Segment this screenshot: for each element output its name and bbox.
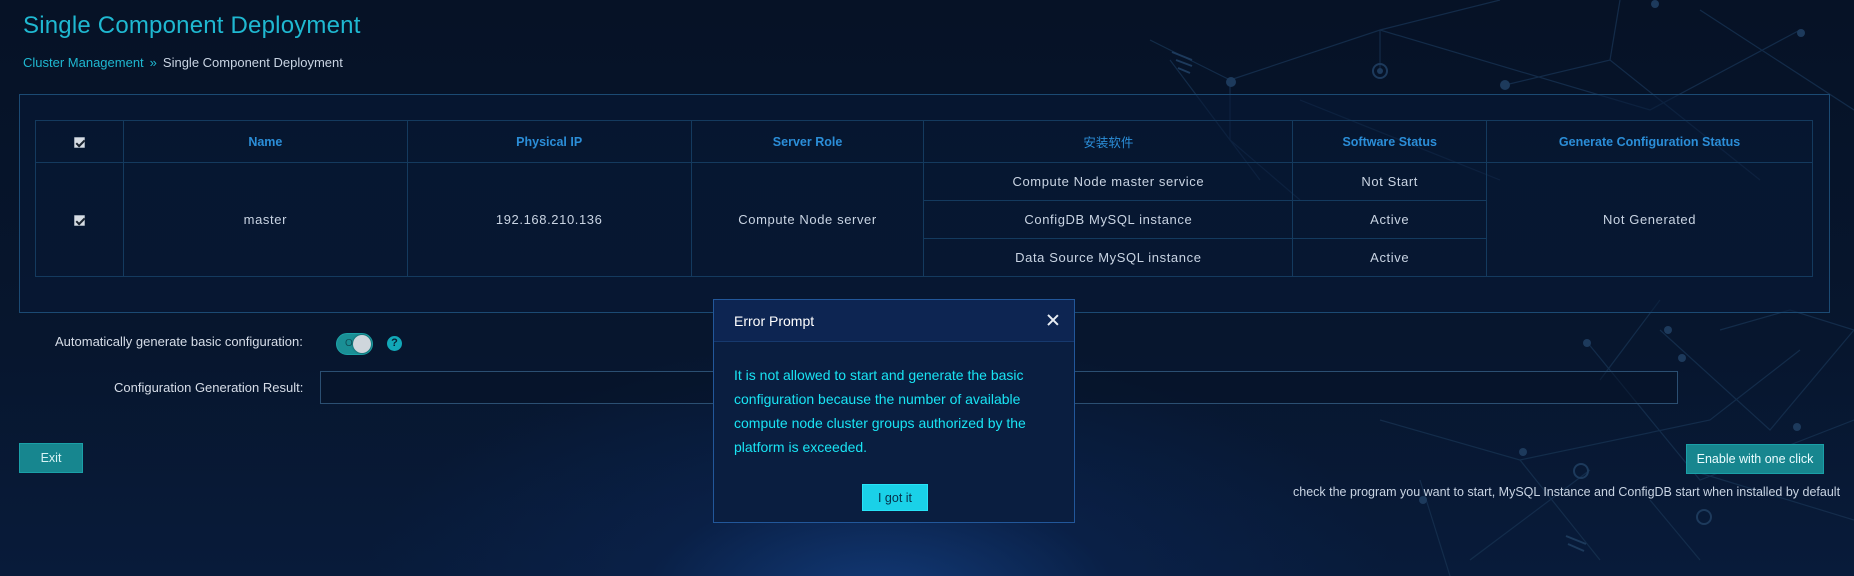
breadcrumb: Cluster Management » Single Component De… <box>23 55 343 70</box>
table-header-row: Name Physical IP Server Role 安装软件 Softwa… <box>35 120 1813 163</box>
error-prompt-dialog: Error Prompt It is not allowed to start … <box>713 299 1075 523</box>
cell-server-role: Compute Node server <box>690 162 925 277</box>
help-icon[interactable]: ? <box>387 336 402 351</box>
breadcrumb-current: Single Component Deployment <box>162 55 343 70</box>
breadcrumb-cluster-management-link[interactable]: Cluster Management <box>23 55 144 70</box>
component-table-panel: Name Physical IP Server Role 安装软件 Softwa… <box>19 94 1830 313</box>
exit-button[interactable]: Exit <box>19 443 83 473</box>
close-icon[interactable] <box>1046 313 1060 327</box>
cell-status-configdb: Active <box>1292 200 1488 239</box>
select-all-checkbox[interactable] <box>73 136 85 148</box>
header-name: Name <box>122 120 408 163</box>
table-row: master 192.168.210.136 Compute Node serv… <box>35 162 1813 277</box>
cell-status-compute-node: Not Start <box>1292 162 1488 201</box>
cell-gen-config-status: Not Generated <box>1486 162 1813 277</box>
start-hint-text: check the program you want to start, MyS… <box>1293 485 1841 499</box>
dialog-header: Error Prompt <box>714 300 1074 342</box>
cell-name: master <box>122 162 408 277</box>
enable-one-click-button[interactable]: Enable with one click <box>1686 444 1824 474</box>
row-checkbox[interactable] <box>73 215 85 227</box>
header-generate-config-status: Generate Configuration Status <box>1486 120 1813 163</box>
cell-software-configdb: ConfigDB MySQL instance <box>923 200 1294 239</box>
cell-status-data-source: Active <box>1292 238 1488 277</box>
select-all-header[interactable] <box>35 120 124 163</box>
dialog-title: Error Prompt <box>734 313 815 329</box>
header-software-status: Software Status <box>1292 120 1488 163</box>
cell-software-compute-node: Compute Node master service <box>923 162 1294 201</box>
header-software: 安装软件 <box>923 120 1294 163</box>
auto-generate-label: Automatically generate basic configurati… <box>55 334 303 349</box>
auto-generate-toggle[interactable]: On <box>336 333 373 355</box>
component-table: Name Physical IP Server Role 安装软件 Softwa… <box>35 120 1813 277</box>
cell-physical-ip: 192.168.210.136 <box>406 162 692 277</box>
result-label: Configuration Generation Result: <box>114 380 304 395</box>
header-server-role: Server Role <box>690 120 925 163</box>
row-select-cell[interactable] <box>35 162 124 277</box>
page-title: Single Component Deployment <box>23 12 361 39</box>
breadcrumb-separator-icon: » <box>149 55 157 70</box>
dialog-message: It is not allowed to start and generate … <box>734 367 1026 455</box>
header-physical-ip: Physical IP <box>406 120 692 163</box>
cell-software-data-source: Data Source MySQL instance <box>923 238 1294 277</box>
toggle-knob <box>353 335 371 353</box>
got-it-button[interactable]: I got it <box>862 484 928 511</box>
